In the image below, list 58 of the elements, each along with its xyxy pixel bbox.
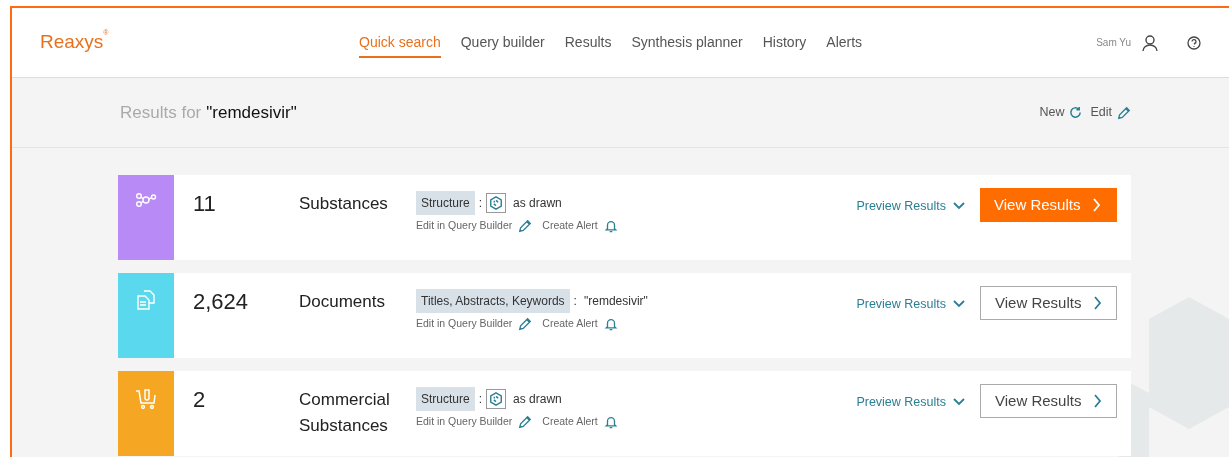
query-separator: :: [573, 293, 577, 310]
chevron-down-icon: [952, 201, 966, 212]
nav-tab[interactable]: Results: [564, 32, 612, 58]
create-alert-link[interactable]: Create Alert: [542, 218, 598, 234]
category-label: Commercial Substances: [299, 389, 391, 437]
chevron-down-icon: [952, 299, 966, 310]
nodes-icon: [135, 192, 157, 208]
query-field-chip: Structure: [416, 191, 475, 215]
bell-icon[interactable]: [603, 316, 618, 331]
chevron-right-icon: [1092, 198, 1102, 212]
cart-icon: [135, 388, 157, 410]
nav-tab[interactable]: Quick search: [359, 32, 441, 58]
user-icon[interactable]: [1141, 33, 1159, 52]
create-alert-link[interactable]: Create Alert: [542, 316, 598, 332]
search-query: "remdesivir": [206, 101, 297, 124]
query-field-chip: Structure: [416, 387, 475, 411]
edit-in-query-builder-link[interactable]: Edit in Query Builder: [416, 414, 513, 430]
pencil-icon[interactable]: [518, 414, 533, 429]
query-value: "remdesivir": [583, 293, 648, 310]
query-value: as drawn: [513, 391, 562, 408]
structure-thumbnail[interactable]: [486, 389, 507, 409]
query-separator: :: [478, 195, 483, 212]
documents-icon: [137, 290, 155, 310]
chevron-down-icon: [952, 397, 966, 408]
pencil-icon[interactable]: [518, 316, 533, 331]
refresh-icon[interactable]: [1069, 106, 1083, 119]
view-results-button[interactable]: View Results: [980, 384, 1117, 418]
query-separator: :: [478, 391, 483, 408]
view-results-button[interactable]: View Results: [980, 286, 1117, 320]
preview-results-link[interactable]: Preview Results: [856, 295, 966, 314]
results-for-label: Results for: [120, 101, 202, 124]
preview-results-link[interactable]: Preview Results: [856, 393, 966, 412]
edit-in-query-builder-link[interactable]: Edit in Query Builder: [416, 316, 513, 332]
nav-tab[interactable]: Alerts: [826, 32, 863, 58]
query-field-chip: Titles, Abstracts, Keywords: [416, 289, 570, 313]
help-icon[interactable]: [1187, 35, 1201, 50]
new-search-link[interactable]: New: [1039, 103, 1065, 122]
category-label: Substances: [299, 193, 389, 215]
preview-results-link[interactable]: Preview Results: [856, 197, 966, 216]
create-alert-link[interactable]: Create Alert: [542, 414, 598, 430]
query-value: as drawn: [513, 195, 562, 212]
chevron-right-icon: [1093, 394, 1103, 408]
nav-tab[interactable]: History: [762, 32, 807, 58]
pencil-icon[interactable]: [518, 218, 533, 233]
result-count: 2,624: [192, 288, 250, 316]
result-count: 11: [192, 190, 217, 218]
pencil-icon[interactable]: [1117, 105, 1131, 120]
bell-icon[interactable]: [603, 414, 618, 429]
category-label: Documents: [299, 291, 386, 313]
edit-in-query-builder-link[interactable]: Edit in Query Builder: [416, 218, 513, 234]
nav-tab[interactable]: Synthesis planner: [631, 32, 743, 58]
result-count: 2: [192, 386, 207, 414]
user-name[interactable]: Sam Yu: [1096, 35, 1131, 50]
structure-thumbnail[interactable]: [486, 193, 507, 213]
nav-tab[interactable]: Query builder: [460, 32, 545, 58]
edit-search-link[interactable]: Edit: [1090, 103, 1112, 122]
bell-icon[interactable]: [603, 218, 618, 233]
chevron-right-icon: [1093, 296, 1103, 310]
